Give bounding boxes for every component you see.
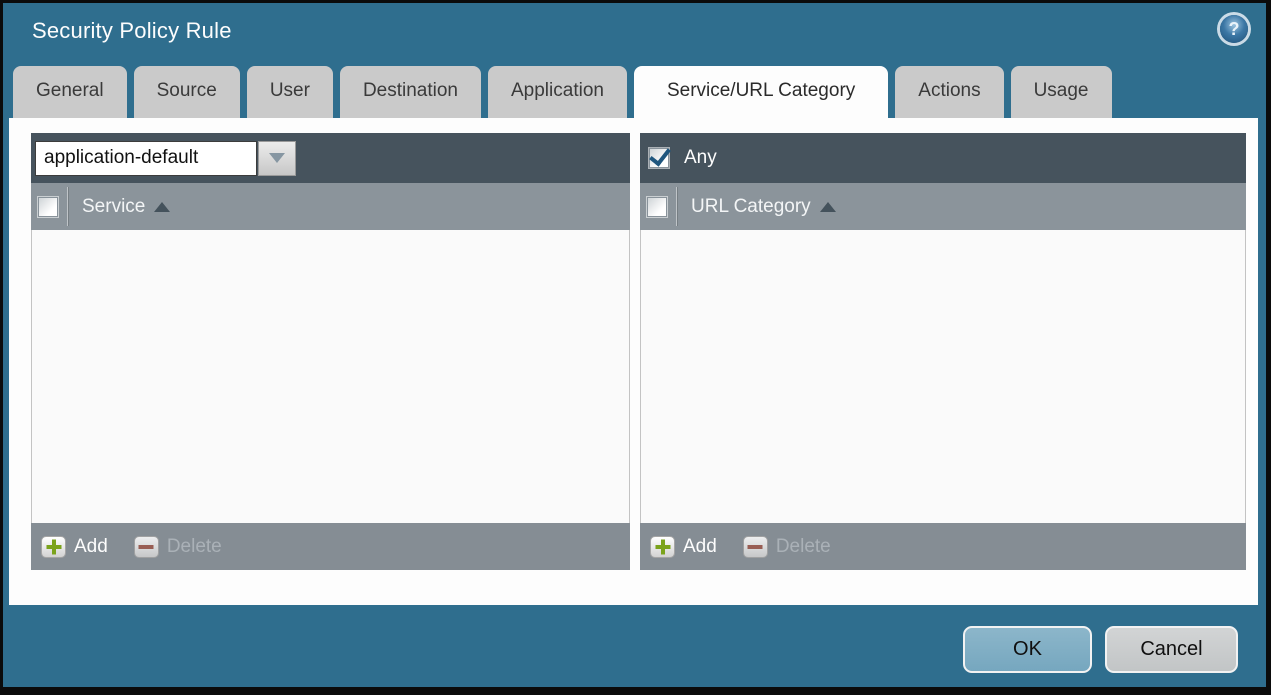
header-divider (67, 187, 68, 226)
service-type-dropdown[interactable] (35, 140, 296, 176)
service-delete-button[interactable]: Delete (133, 535, 222, 558)
tab-source[interactable]: Source (133, 66, 240, 118)
service-add-button[interactable]: Add (41, 535, 108, 558)
url-any-checkbox[interactable] (649, 148, 669, 168)
tab-content-area: Service Add Delete Any (9, 118, 1258, 605)
service-type-input[interactable] (35, 140, 257, 176)
tab-service-url-category[interactable]: Service/URL Category (633, 66, 889, 118)
ok-button[interactable]: OK (963, 626, 1092, 673)
tab-application[interactable]: Application (488, 66, 627, 118)
url-footer-bar: Add Delete (640, 523, 1246, 570)
cancel-button[interactable]: Cancel (1105, 626, 1238, 673)
help-icon[interactable]: ? (1220, 15, 1248, 43)
tab-actions[interactable]: Actions (895, 66, 1004, 118)
add-label: Add (683, 535, 717, 557)
url-table-body[interactable] (640, 230, 1246, 523)
url-any-label: Any (684, 147, 717, 168)
tab-destination[interactable]: Destination (339, 66, 481, 118)
url-delete-button[interactable]: Delete (742, 535, 831, 558)
url-table-header: URL Category (640, 183, 1246, 230)
url-add-button[interactable]: Add (650, 535, 717, 558)
service-footer-bar: Add Delete (31, 523, 630, 570)
service-table-body[interactable] (31, 230, 630, 523)
service-type-bar (31, 133, 630, 183)
tab-usage[interactable]: Usage (1010, 66, 1112, 118)
service-panel: Service Add Delete (31, 133, 630, 570)
delete-label: Delete (166, 535, 222, 557)
service-type-dropdown-button[interactable] (258, 140, 296, 176)
chevron-down-icon (269, 153, 285, 163)
header-divider (676, 187, 677, 226)
sort-ascending-icon[interactable] (819, 201, 836, 212)
delete-minus-icon (133, 535, 159, 558)
url-category-panel: Any URL Category Add Delete (640, 133, 1246, 570)
tab-bar: General Source User Destination Applicat… (13, 66, 1112, 118)
service-table-header: Service (31, 183, 630, 230)
delete-minus-icon (742, 535, 768, 558)
dialog-title: Security Policy Rule (32, 18, 232, 43)
add-plus-icon (41, 535, 66, 558)
add-plus-icon (650, 535, 675, 558)
tab-general[interactable]: General (13, 66, 127, 118)
url-column-header[interactable]: URL Category (691, 196, 811, 218)
sort-ascending-icon[interactable] (154, 201, 171, 212)
delete-label: Delete (775, 535, 831, 557)
tab-user[interactable]: User (246, 66, 333, 118)
url-any-bar: Any (640, 133, 1246, 183)
service-column-header[interactable]: Service (82, 196, 145, 218)
service-select-all-checkbox[interactable] (38, 196, 58, 217)
add-label: Add (74, 535, 108, 557)
security-policy-rule-dialog: Security Policy Rule ? General Source Us… (0, 0, 1271, 695)
url-select-all-checkbox[interactable] (647, 196, 667, 217)
